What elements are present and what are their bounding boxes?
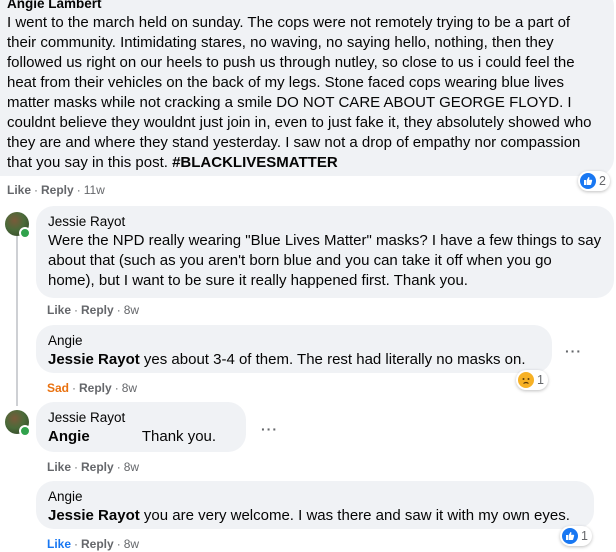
reply-button[interactable]: Reply [41,183,74,197]
comment-actions: Like · Reply · 11w [7,183,105,197]
comment-timestamp[interactable]: 8w [122,381,137,395]
reaction-count-text: 1 [537,373,544,387]
online-status-icon [19,227,31,239]
like-button[interactable]: Like [47,303,71,317]
reaction-count[interactable]: 1 [560,526,592,546]
comment-body: Thank you. [141,428,217,445]
online-status-icon [19,425,31,437]
comment-body: yes about 3-4 of them. The rest had lite… [143,351,526,368]
reply-button[interactable]: Reply [81,303,114,317]
sad-reaction-button[interactable]: Sad [47,381,69,395]
hashtag-link[interactable]: #BLACKLIVESMATTER [172,154,338,171]
comment-bubble: Jessie Rayot Angie Thank you. [36,402,246,452]
mention-link[interactable]: Jessie Rayot [48,351,140,368]
reaction-count-text: 1 [581,529,588,543]
comment-timestamp[interactable]: 8w [124,303,139,317]
reaction-count[interactable]: 1 [516,370,548,390]
comment-body: Were the NPD really wearing "Blue Lives … [48,232,602,289]
comment-timestamp[interactable]: 11w [84,183,105,197]
reaction-count-text: 2 [599,174,606,188]
comment-bubble: Angie Jessie Rayot you are very welcome.… [36,481,594,529]
like-button[interactable]: Like [47,460,71,474]
like-button[interactable]: Like [47,537,71,551]
comment-text: I went to the march held on sunday. The … [7,13,602,173]
more-options-icon[interactable]: ··· [565,343,582,359]
reply-button[interactable]: Reply [79,381,112,395]
like-icon [580,173,596,189]
comment-author[interactable]: Angie Lambert [7,0,602,13]
more-options-icon[interactable]: ··· [261,421,278,437]
comment-timestamp[interactable]: 8w [124,460,139,474]
comment-bubble: Angie Jessie Rayot yes about 3-4 of them… [36,325,552,373]
comment-text: Jessie Rayot you are very welcome. I was… [48,506,582,526]
thread-connector [16,236,18,406]
comment-author[interactable]: Jessie Rayot [48,409,234,427]
comment-body: you are very welcome. I was there and sa… [143,507,570,524]
comment-text: Angie Thank you. [48,427,234,447]
reaction-count[interactable]: 2 [578,171,610,191]
comment-bubble: Jessie Rayot Were the NPD really wearing… [36,206,614,298]
comment-author[interactable]: Angie [48,332,540,350]
mention-link[interactable]: Angie [48,428,90,445]
comment-actions: Like · Reply · 8w [47,460,140,474]
like-icon [562,528,578,544]
comment-author[interactable]: Jessie Rayot [48,213,602,231]
mention-link[interactable]: Jessie Rayot [48,507,140,524]
sad-icon [518,372,534,388]
comment-timestamp[interactable]: 8w [124,537,139,551]
comment-text: Jessie Rayot yes about 3-4 of them. The … [48,350,540,370]
reply-button[interactable]: Reply [81,460,114,474]
comment-actions: Like · Reply · 8w [47,303,140,317]
like-button[interactable]: Like [7,183,31,197]
comment-body: I went to the march held on sunday. The … [7,14,592,171]
comment-actions: Sad · Reply · 8w [47,381,138,395]
comment-author[interactable]: Angie [48,488,582,506]
comment-bubble: Angie Lambert I went to the march held o… [0,0,614,176]
reply-button[interactable]: Reply [81,537,114,551]
